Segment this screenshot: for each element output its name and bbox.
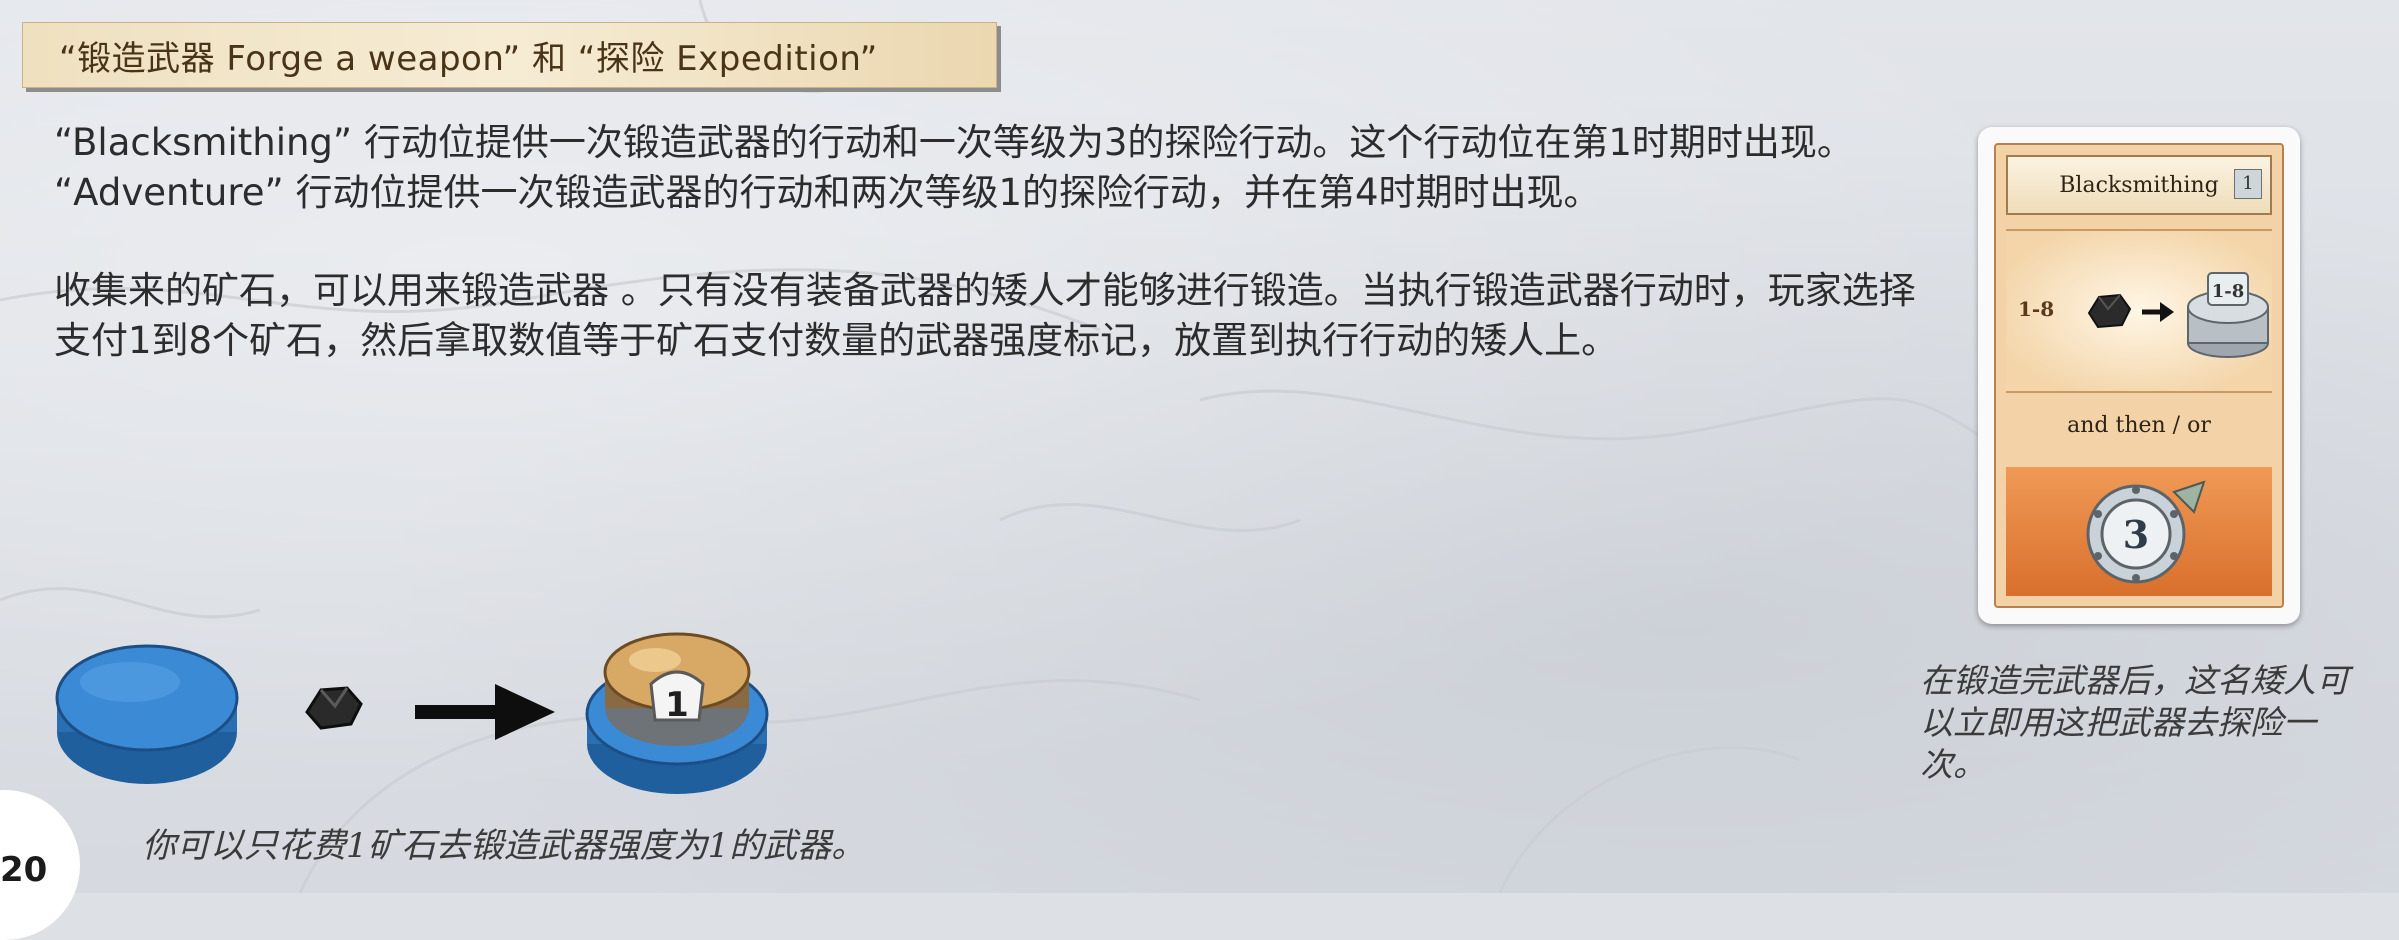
card-caption: 在锻造完武器后，这名矮人可以立即用这把武器去探险一次。 [1920, 661, 2349, 784]
card-level-badge: 1 [2234, 169, 2262, 199]
card-header: Blacksmithing 1 [2006, 155, 2272, 215]
paragraph-forge-rules: 收集来的矿石，可以用来锻造武器 。只有没有装备武器的矮人才能够进行锻造。当执行锻… [54, 269, 1916, 362]
ore-icon [305, 686, 363, 730]
dwarf-disc-unarmed [55, 644, 239, 784]
card-forge-range: 1-8 [2018, 297, 2055, 321]
expedition-icon: 3 [2086, 479, 2206, 583]
ore-icon [2087, 293, 2132, 329]
card-forge-section: 1-8 1-8 [2006, 229, 2272, 393]
weapon-value: 1 [665, 685, 689, 725]
section-title: “锻造武器 Forge a weapon” 和 “探险 Expedition” [59, 38, 878, 79]
dwarf-disc-armed: 1 [585, 632, 769, 794]
arrow-icon [415, 684, 555, 740]
expedition-level: 3 [2123, 512, 2149, 557]
forge-example-illustration: 1 [55, 632, 769, 794]
card-face: Blacksmithing 1 1-8 1-8 and then / or 3 [1994, 143, 2284, 608]
arrow-icon [2142, 302, 2174, 322]
card-connector-text: and then / or [2067, 413, 2211, 438]
page-number: 20 [0, 850, 48, 890]
illustration-caption: 你可以只花费1矿石去锻造武器强度为1的武器。 [142, 826, 866, 866]
card-title: Blacksmithing [2059, 172, 2219, 198]
blacksmithing-card: Blacksmithing 1 1-8 1-8 and then / or 3 [1978, 127, 2300, 624]
weapon-token-range: 1-8 [2212, 281, 2245, 302]
weapon-token-icon: 1-8 [2187, 272, 2269, 358]
paragraph-action-spaces: “Blacksmithing” 行动位提供一次锻造武器的行动和一次等级为3的探险… [54, 121, 1854, 214]
card-expedition-section: 3 [2006, 467, 2272, 596]
section-title-bar: “锻造武器 Forge a weapon” 和 “探险 Expedition” [22, 22, 997, 88]
